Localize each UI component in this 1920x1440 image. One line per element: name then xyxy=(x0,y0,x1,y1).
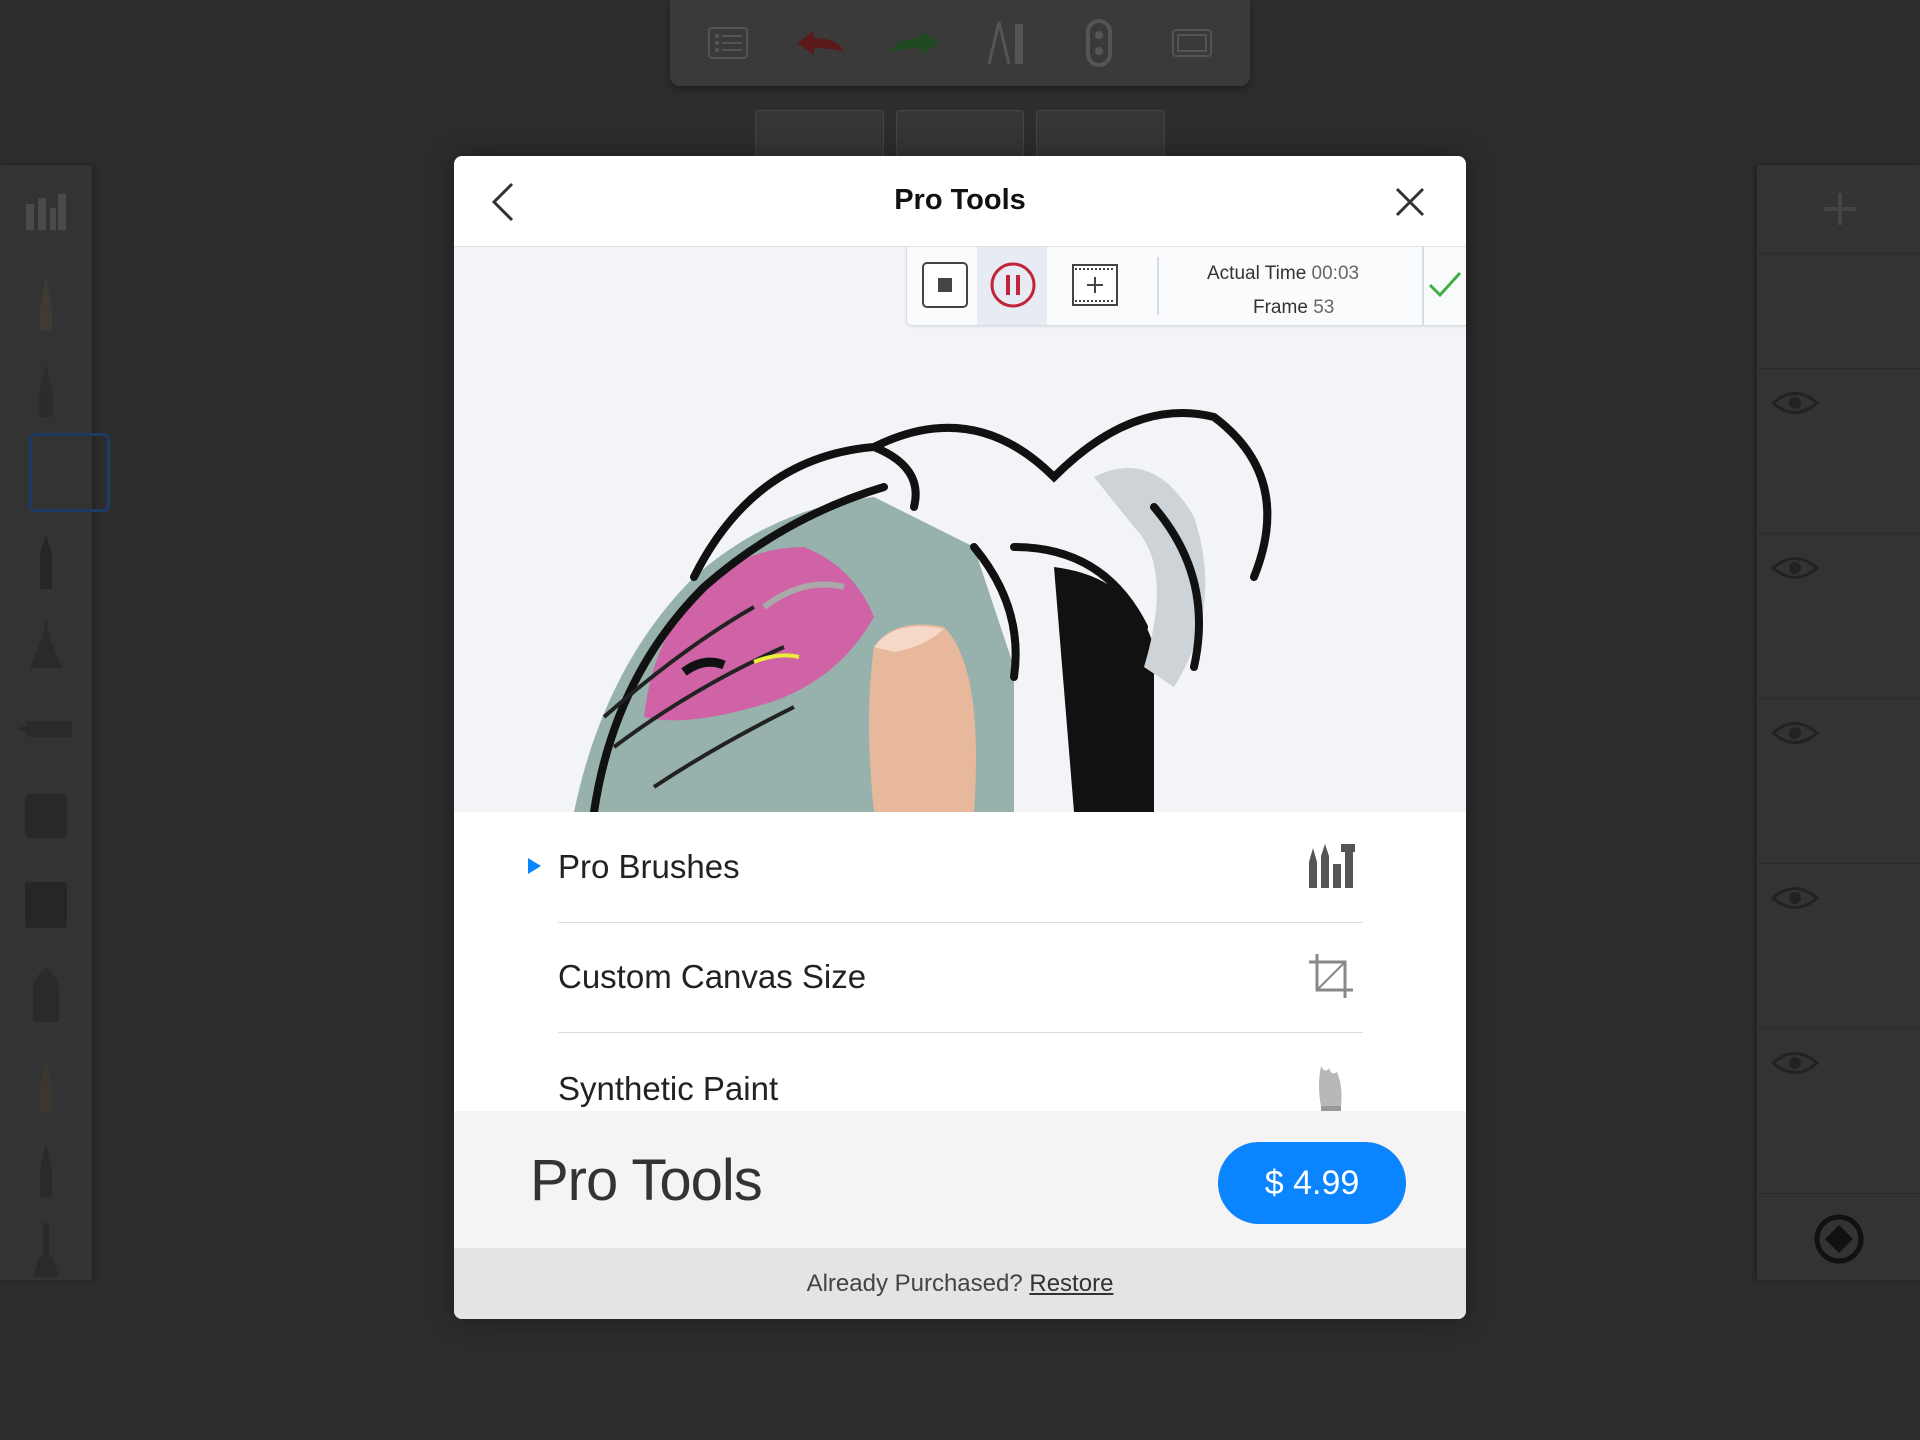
fineliner-icon[interactable] xyxy=(0,1130,92,1210)
smudge-tool-icon[interactable] xyxy=(0,955,92,1035)
top-toolbar xyxy=(670,0,1250,86)
feature-label: Pro Brushes xyxy=(558,848,740,885)
paint-brush-icon xyxy=(1319,1066,1342,1114)
brushes-icon xyxy=(1309,844,1355,888)
pro-tools-dialog: Pro Tools Actual Time 00:03 Frame 53 Pro… xyxy=(454,156,1466,1319)
ink-pen-icon[interactable] xyxy=(0,605,92,685)
feature-label: Synthetic Paint xyxy=(558,1070,779,1107)
divider xyxy=(1422,247,1424,325)
eye-icon[interactable] xyxy=(1771,1048,1819,1078)
airbrush-icon[interactable] xyxy=(0,688,92,768)
add-layer-button[interactable] xyxy=(1757,165,1920,254)
canvas-frame-icon[interactable] xyxy=(1162,13,1222,73)
eye-icon[interactable] xyxy=(1771,388,1819,418)
selected-arrow-icon xyxy=(528,858,541,874)
frame-value: 53 xyxy=(1313,297,1335,318)
close-icon[interactable] xyxy=(1394,186,1426,218)
hard-eraser-icon[interactable] xyxy=(0,865,92,945)
layer-thumbnail[interactable] xyxy=(1757,698,1920,864)
feature-preview-video: Actual Time 00:03 Frame 53 xyxy=(454,247,1466,812)
pause-icon[interactable] xyxy=(989,261,1037,309)
sub-tab[interactable] xyxy=(895,110,1025,158)
layers-panel xyxy=(1757,165,1920,1280)
stamp-brush-icon[interactable] xyxy=(0,1210,92,1290)
eye-icon[interactable] xyxy=(1771,553,1819,583)
pen-brush-icon[interactable] xyxy=(0,350,92,430)
crop-icon xyxy=(1309,954,1353,998)
sub-tab[interactable] xyxy=(755,110,884,158)
chalk-brush-icon[interactable] xyxy=(0,1045,92,1125)
recording-bar: Actual Time 00:03 Frame 53 xyxy=(906,247,1466,326)
feature-item-custom-canvas-size[interactable]: Custom Canvas Size xyxy=(558,922,1363,1033)
restore-link[interactable]: Restore xyxy=(1029,1270,1113,1297)
layer-mode-button[interactable] xyxy=(1757,1193,1920,1280)
dialog-header: Pro Tools xyxy=(454,156,1466,247)
divider xyxy=(1157,257,1159,315)
selected-brush-slot[interactable] xyxy=(29,433,110,512)
eye-icon[interactable] xyxy=(1771,718,1819,748)
layer-thumbnail[interactable] xyxy=(1757,368,1920,534)
eye-icon[interactable] xyxy=(1771,883,1819,913)
sub-tab[interactable] xyxy=(1036,110,1166,158)
actual-time-value: 00:03 xyxy=(1311,263,1360,284)
lock-icon[interactable] xyxy=(1069,13,1129,73)
sketch-illustration xyxy=(574,409,1272,812)
layer-thumbnail[interactable] xyxy=(1757,1028,1920,1194)
eraser-icon[interactable] xyxy=(0,775,92,855)
stop-icon[interactable] xyxy=(921,261,969,309)
frame-label: Frame xyxy=(1253,297,1308,318)
brushes-icon[interactable] xyxy=(0,170,92,250)
ruler-compass-icon[interactable] xyxy=(976,13,1036,73)
purchase-area: Pro Tools $ 4.99 xyxy=(454,1111,1466,1248)
list-icon[interactable] xyxy=(698,13,758,73)
checkmark-icon[interactable] xyxy=(1427,269,1463,299)
redo-icon[interactable] xyxy=(884,13,944,73)
feature-item-pro-brushes[interactable]: Pro Brushes xyxy=(558,812,1363,923)
layer-tabs xyxy=(755,110,1166,158)
buy-button[interactable]: $ 4.99 xyxy=(1218,1142,1406,1224)
feature-label: Custom Canvas Size xyxy=(558,958,867,995)
layer-thumbnail[interactable] xyxy=(1757,533,1920,699)
already-purchased-text: Already Purchased? xyxy=(806,1270,1023,1297)
brush-toolbar xyxy=(0,165,110,1280)
recording-stats: Actual Time 00:03 Frame 53 xyxy=(1207,257,1359,325)
pencil-brush-icon[interactable] xyxy=(0,263,92,343)
actual-time-label: Actual Time xyxy=(1207,263,1307,284)
layer-thumbnail[interactable] xyxy=(1757,863,1920,1029)
layer-thumbnail[interactable] xyxy=(1757,253,1920,369)
undo-icon[interactable] xyxy=(791,13,851,73)
marker-brush-icon[interactable] xyxy=(0,522,92,602)
add-frame-icon[interactable] xyxy=(1071,263,1119,307)
restore-bar: Already Purchased? Restore xyxy=(454,1248,1466,1319)
dialog-title: Pro Tools xyxy=(894,184,1026,216)
product-name: Pro Tools xyxy=(530,1148,763,1213)
